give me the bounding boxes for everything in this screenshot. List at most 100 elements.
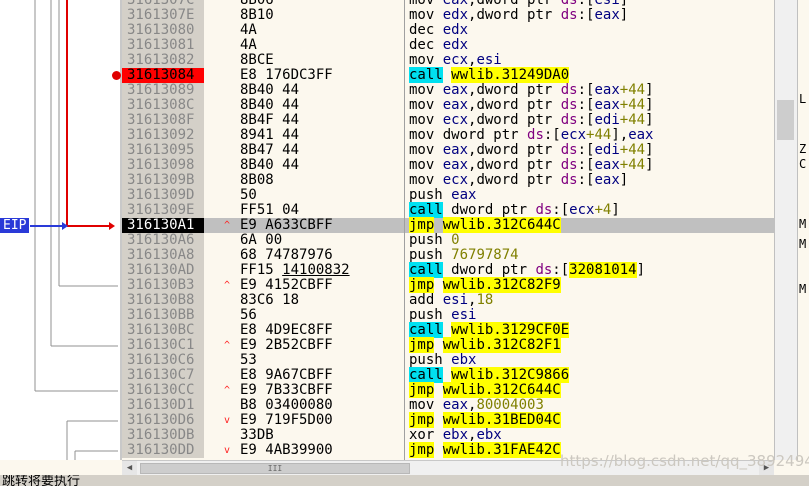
disasm-row[interactable]: 316130C6 53 push ebx	[122, 353, 774, 368]
hex-bytes: E9 719F5D00	[240, 412, 333, 428]
disasm-row[interactable]: 316130D1 B8 03400080 mov eax,80004003	[122, 398, 774, 413]
disasm-row[interactable]: 3161309B 8B08 mov ecx,dword ptr ds:[eax]	[122, 173, 774, 188]
address-cell[interactable]: 31613089	[122, 83, 204, 98]
address-cell[interactable]: 316130AD	[122, 263, 204, 278]
address-cell[interactable]: 31613092	[122, 128, 204, 143]
hex-bytes: 68 74787976	[240, 247, 333, 263]
hex-bytes-cell: 33DB	[240, 428, 274, 443]
disasm-row[interactable]: 316130A8 68 74787976 push 76797874	[122, 248, 774, 263]
address-cell[interactable]: 31613084	[122, 68, 204, 83]
disasm-row[interactable]: 316130BB 56 push esi	[122, 308, 774, 323]
disasm-row[interactable]: 31613081 4A dec edx	[122, 38, 774, 53]
address-cell[interactable]: 316130A8	[122, 248, 204, 263]
disasm-row[interactable]: 316130BC E8 4D9EC8FF call wwlib.3129CF0E	[122, 322, 774, 338]
instruction-cell: mov eax,dword ptr ds:[eax+44]	[409, 98, 654, 113]
disasm-row[interactable]: 316130B3 ^ E9 4152CBFF jmp wwlib.312C82F9	[122, 277, 774, 293]
hex-bytes-cell: FF15 14100832	[240, 263, 350, 278]
disasm-row[interactable]: 31613089 8B40 44 mov eax,dword ptr ds:[eax…	[122, 83, 774, 98]
hex-bytes: 83C6 18	[240, 292, 300, 308]
address-cell[interactable]: 316130A6	[122, 233, 204, 248]
asm-token: call	[409, 202, 443, 218]
address-cell[interactable]: 316130B3	[122, 278, 204, 293]
disasm-row[interactable]: 316130C7 E8 9A67CBFF call wwlib.312C9866	[122, 367, 774, 383]
hex-bytes-cell: 8B40 44	[240, 83, 299, 98]
address-cell[interactable]: 316130D1	[122, 398, 204, 413]
instruction-cell: mov dword ptr ds:[ecx+44],eax	[409, 128, 653, 143]
disassembly-listing[interactable]: 3161307C 8B06 mov eax,dword ptr ds:[esi] 31…	[112, 0, 774, 458]
disasm-row[interactable]: 316130A1 ^ E9 A633CBFF jmp wwlib.312C644C	[122, 217, 774, 233]
disasm-row[interactable]: 316130A6 6A 00 push 0	[122, 233, 774, 248]
disasm-row[interactable]: 31613095 8B47 44 mov eax,dword ptr ds:[edi…	[122, 143, 774, 158]
asm-token: edi	[594, 142, 620, 158]
address-cell[interactable]: 3161308F	[122, 113, 204, 128]
asm-token: eax	[442, 397, 469, 413]
address-cell[interactable]: 3161307E	[122, 8, 204, 23]
jump-up-icon: ^	[223, 340, 231, 351]
scroll-left-arrow-icon[interactable]: ◀	[122, 461, 137, 476]
asm-token: jmp	[409, 412, 435, 428]
address-cell[interactable]: 31613098	[122, 158, 204, 173]
hex-bytes-cell: 8941 44	[240, 128, 299, 143]
disasm-row[interactable]: 316130B8 83C6 18 add esi,18	[122, 293, 774, 308]
disasm-row[interactable]: 316130C1 ^ E9 2B52CBFF jmp wwlib.312C82F1	[122, 337, 774, 353]
address-cell[interactable]: 3161309D	[122, 188, 204, 203]
asm-token: wwlib.31BED04C	[442, 412, 561, 428]
address-cell[interactable]: 316130D6	[122, 413, 204, 428]
address-cell[interactable]: 316130C7	[122, 368, 204, 383]
asm-token	[434, 277, 442, 293]
asm-token	[434, 337, 442, 353]
address-cell[interactable]: 316130A1	[122, 218, 204, 233]
asm-token: +44	[619, 97, 646, 113]
address-cell[interactable]: 31613081	[122, 38, 204, 53]
disasm-row[interactable]: 316130DB 33DB xor ebx,ebx	[122, 428, 774, 443]
address-cell[interactable]: 3161309B	[122, 173, 204, 188]
address-cell[interactable]: 316130C6	[122, 353, 204, 368]
disasm-row[interactable]: 31613084 E8 176DC3FF call wwlib.31249DA0	[112, 67, 774, 83]
vertical-scrollbar[interactable]	[775, 0, 798, 460]
asm-token: :[	[577, 82, 595, 98]
disasm-row[interactable]: 3161308C 8B40 44 mov eax,dword ptr ds:[eax…	[122, 98, 774, 113]
instruction-cell: mov eax,dword ptr ds:[eax+44]	[409, 158, 654, 173]
address-cell[interactable]: 316130BB	[122, 308, 204, 323]
asm-token: dword ptr	[476, 172, 561, 188]
asm-token: eax	[594, 172, 620, 188]
address-cell[interactable]: 31613095	[122, 143, 204, 158]
address-cell[interactable]: 3161309E	[122, 203, 204, 218]
address-cell[interactable]: 316130DB	[122, 428, 204, 443]
address-cell[interactable]: 316130DD	[122, 443, 204, 458]
disasm-row[interactable]: 316130AD FF15 14100832 call dword ptr ds:[…	[122, 262, 774, 278]
address-cell[interactable]: 3161308C	[122, 98, 204, 113]
disasm-row[interactable]: 316130CC ^ E9 7B33CBFF jmp wwlib.312C644C	[122, 382, 774, 398]
asm-token: add	[409, 292, 443, 308]
asm-token: eax	[594, 157, 620, 173]
asm-token: push	[409, 307, 452, 323]
asm-token: mov	[409, 112, 443, 128]
address-cell[interactable]: 316130BC	[122, 323, 204, 338]
hex-bytes-cell: 4A	[240, 38, 257, 53]
disasm-row[interactable]: 31613092 8941 44 mov dword ptr ds:[ecx+44]…	[122, 128, 774, 143]
disasm-row[interactable]: 316130D6 v E9 719F5D00 jmp wwlib.31BED04C	[122, 412, 774, 428]
disasm-row[interactable]: 3161309E FF51 04 call dword ptr ds:[ecx+4]	[122, 202, 774, 218]
disasm-row[interactable]: 31613080 4A dec edx	[122, 23, 774, 38]
disasm-row[interactable]: 31613098 8B40 44 mov eax,dword ptr ds:[eax…	[122, 158, 774, 173]
disasm-row[interactable]: 3161309D 50 push eax	[122, 188, 774, 203]
hex-bytes: 8B10	[240, 7, 274, 23]
address-cell[interactable]: 316130C1	[122, 338, 204, 353]
asm-token: edx	[442, 7, 469, 23]
asm-token: ]	[636, 262, 646, 278]
disasm-row[interactable]: 3161308F 8B4F 44 mov ecx,dword ptr ds:[edi…	[122, 113, 774, 128]
hex-bytes-cell: 6A 00	[240, 233, 282, 248]
asm-token: ]	[611, 202, 620, 218]
breakpoint-icon[interactable]	[112, 71, 121, 80]
disasm-row[interactable]: 31613082 8BCE mov ecx,esi	[122, 53, 774, 68]
address-cell[interactable]: 316130CC	[122, 383, 204, 398]
address-cell[interactable]: 316130B8	[122, 293, 204, 308]
hex-bytes: E9 7B33CBFF	[240, 382, 333, 398]
asm-token: eax	[628, 127, 654, 143]
disasm-row[interactable]: 3161307E 8B10 mov edx,dword ptr ds:[eax]	[122, 8, 774, 23]
horizontal-scroll-thumb[interactable]: III	[140, 463, 410, 474]
address-cell[interactable]: 31613080	[122, 23, 204, 38]
asm-token: ds	[560, 142, 578, 158]
address-cell[interactable]: 31613082	[122, 53, 204, 68]
vertical-scroll-thumb[interactable]	[777, 100, 794, 140]
